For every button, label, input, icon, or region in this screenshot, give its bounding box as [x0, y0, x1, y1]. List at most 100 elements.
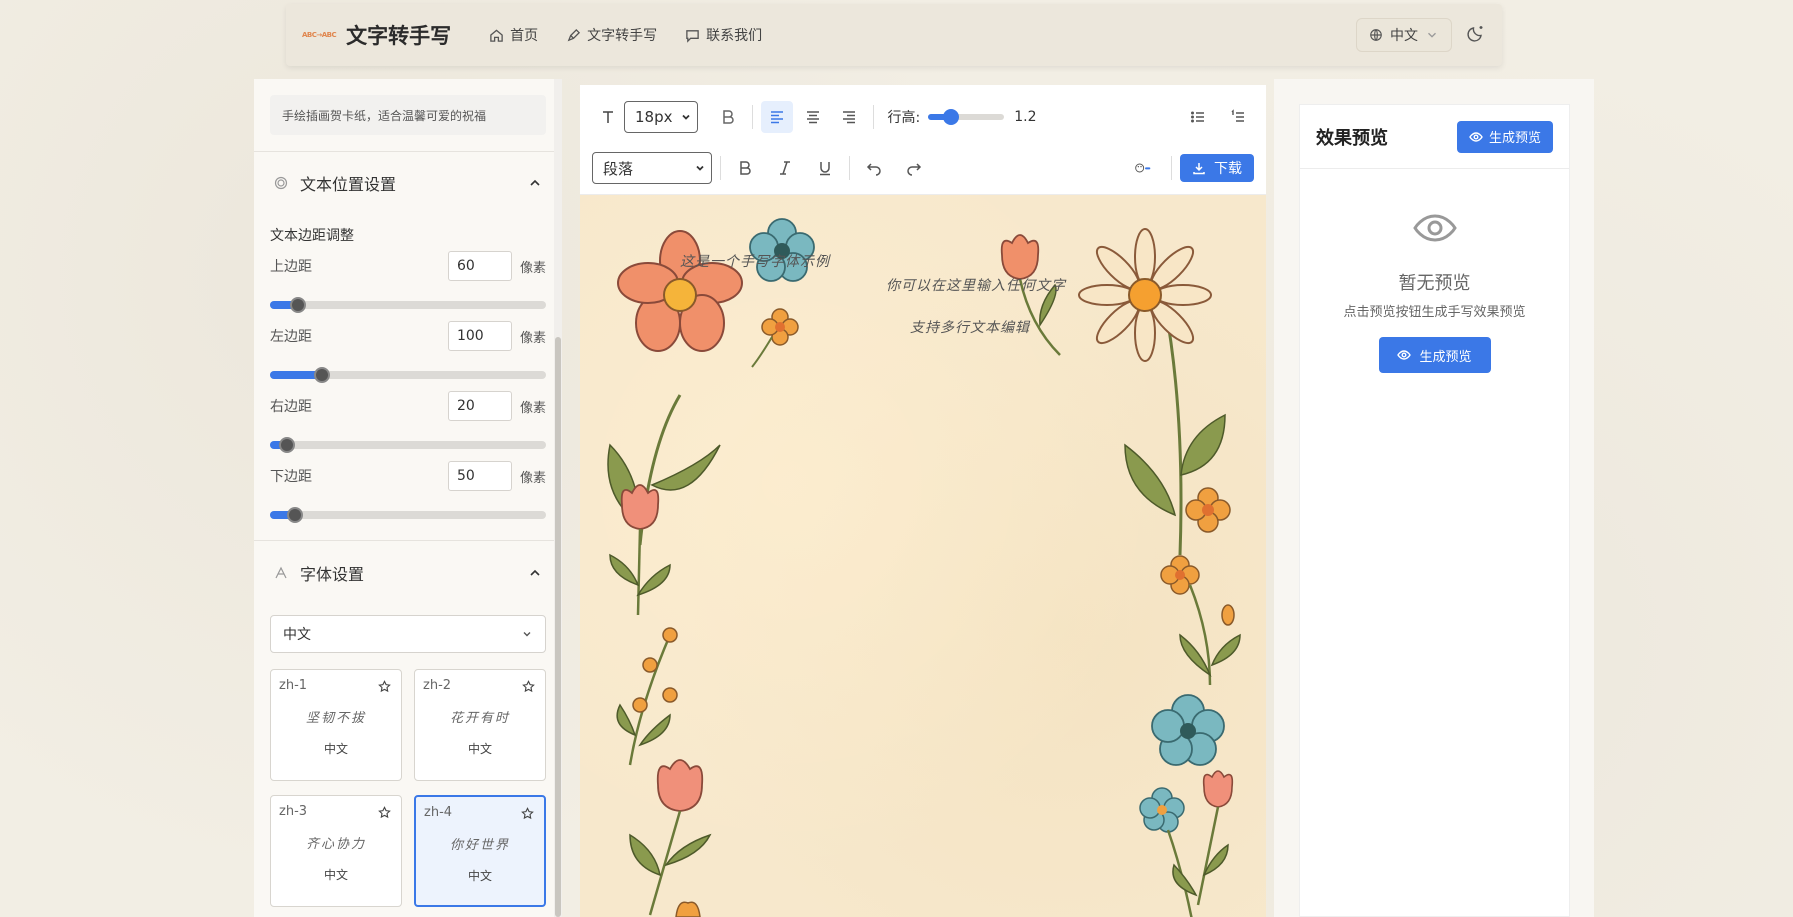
bullet-list-button[interactable]: [1182, 101, 1214, 133]
nav-contact[interactable]: 联系我们: [685, 25, 762, 45]
line-height-slider[interactable]: [928, 109, 1005, 125]
nav-contact-label: 联系我们: [706, 28, 763, 44]
star-icon[interactable]: [378, 806, 391, 819]
flower-illustration: [1172, 770, 1234, 906]
chevron-up-icon[interactable]: [528, 176, 542, 190]
app-title: 文字转手写: [346, 24, 452, 48]
flower-illustration: [609, 484, 671, 616]
chevron-down-icon: [1428, 32, 1436, 38]
handwriting-line-1[interactable]: 这是一个手写字体示例: [680, 251, 830, 271]
top-margin-row: 上边距 60 像素: [270, 251, 546, 281]
generate-preview-button-2[interactable]: 生成预览: [1378, 337, 1491, 373]
logo[interactable]: ABC→ABC 文字转手写: [302, 20, 451, 50]
font-lang: 中文: [323, 868, 348, 882]
font-sample: 齐心协力: [305, 837, 366, 852]
right-margin-label: 右边距: [270, 399, 312, 415]
handwriting-canvas[interactable]: 这是一个手写字体示例 你可以在这里输入任何文字 支持多行文本编辑: [580, 195, 1266, 917]
pen-icon: [567, 28, 581, 41]
flower-illustration: [629, 759, 712, 916]
italic-button[interactable]: [769, 152, 801, 184]
font-id: zh-2: [423, 678, 452, 693]
font-sample: 坚韧不拔: [305, 711, 366, 726]
font-size-value: 18px: [635, 108, 673, 126]
align-center-icon: [806, 111, 819, 124]
message-icon: [686, 29, 699, 43]
right-margin-input[interactable]: 20: [447, 391, 512, 421]
slider-knob[interactable]: [943, 109, 960, 125]
bold-button[interactable]: [712, 101, 744, 133]
top-navbar: ABC→ABC 文字转手写 首页 文字转手写 联系我们 中文: [286, 4, 1502, 66]
star-icon[interactable]: [522, 680, 535, 693]
flower-illustration: [751, 308, 799, 368]
undo-button[interactable]: [858, 152, 890, 184]
bottom-margin-slider[interactable]: [270, 507, 546, 523]
nav-links: 首页 文字转手写 联系我们: [489, 25, 762, 45]
editor-toolbar: 18px 行高: 1.2 段落 下载: [580, 85, 1266, 195]
nav-text-to-handwriting-label: 文字转手写: [587, 28, 658, 44]
slider-knob[interactable]: [289, 297, 306, 313]
block-format-select[interactable]: 段落: [592, 152, 712, 184]
flower-illustration: [1139, 787, 1193, 917]
moon-icon: [1467, 26, 1483, 42]
undo-icon: [866, 163, 881, 176]
left-margin-row: 左边距 100 像素: [270, 321, 546, 351]
scrollbar-thumb[interactable]: [555, 337, 561, 917]
divider: [254, 540, 562, 541]
download-label: 下载: [1214, 161, 1242, 177]
font-section-header[interactable]: 字体设置: [274, 561, 542, 585]
font-card-zh-1[interactable]: zh-1 坚韧不拔 中文: [270, 669, 402, 781]
font-size-select[interactable]: 18px: [624, 101, 698, 133]
font-sample: 花开有时: [449, 711, 510, 726]
align-right-button[interactable]: [833, 101, 865, 133]
underline-button[interactable]: [809, 152, 841, 184]
left-margin-slider[interactable]: [270, 367, 546, 383]
theme-toggle[interactable]: [1466, 23, 1486, 47]
bold-icon: [740, 161, 751, 175]
font-sample: 你好世界: [449, 838, 510, 853]
download-button[interactable]: 下载: [1180, 154, 1254, 182]
preview-panel: 效果预览 生成预览 暂无预览 点击预览按钮生成手写效果预览 生成预览: [1299, 104, 1570, 917]
slider-knob[interactable]: [278, 437, 295, 453]
eye-icon: [1412, 214, 1457, 242]
download-icon: [1193, 163, 1205, 175]
slider-knob[interactable]: [314, 367, 331, 383]
top-margin-slider[interactable]: [270, 297, 546, 313]
font-lang: 中文: [323, 742, 348, 756]
font-icon: [275, 566, 287, 579]
left-margin-label: 左边距: [270, 329, 312, 345]
ordered-list-button[interactable]: [1222, 101, 1254, 133]
position-section-title: 文本位置设置: [300, 175, 397, 194]
top-margin-input[interactable]: 60: [447, 251, 512, 281]
top-margin-label: 上边距: [270, 259, 312, 275]
position-section-header[interactable]: 文本位置设置: [274, 171, 542, 195]
nav-home[interactable]: 首页: [489, 25, 538, 45]
font-id: zh-4: [424, 805, 453, 820]
bottom-margin-row: 下边距 50 像素: [270, 461, 546, 491]
generate-preview-button[interactable]: 生成预览: [1456, 120, 1553, 153]
right-margin-unit: 像素: [519, 400, 546, 416]
align-left-button[interactable]: [760, 101, 793, 133]
redo-button[interactable]: [898, 152, 930, 184]
empty-preview-title: 暂无预览: [1398, 273, 1471, 294]
font-card-zh-3[interactable]: zh-3 齐心协力 中文: [270, 795, 402, 907]
nav-text-to-handwriting[interactable]: 文字转手写: [566, 25, 657, 45]
font-language-select[interactable]: 中文: [270, 615, 546, 653]
flower-illustration: [675, 901, 701, 917]
preview-title: 效果预览: [1316, 127, 1388, 149]
align-center-button[interactable]: [797, 101, 829, 133]
left-margin-input[interactable]: 100: [447, 321, 512, 351]
handwriting-line-3[interactable]: 支持多行文本编辑: [910, 317, 1030, 337]
bold-button-2[interactable]: [729, 152, 761, 184]
star-icon[interactable]: [378, 680, 391, 693]
slider-knob[interactable]: [286, 507, 303, 523]
font-card-zh-4[interactable]: zh-4 你好世界 中文: [414, 795, 546, 907]
flower-illustration: [1185, 487, 1231, 533]
star-icon[interactable]: [521, 807, 534, 820]
bottom-margin-input[interactable]: 50: [447, 461, 512, 491]
right-margin-slider[interactable]: [270, 437, 546, 453]
language-switcher[interactable]: 中文: [1356, 18, 1452, 52]
handwriting-line-2[interactable]: 你可以在这里输入任何文字: [886, 275, 1066, 295]
font-card-zh-2[interactable]: zh-2 花开有时 中文: [414, 669, 546, 781]
text-color-button[interactable]: [1123, 152, 1163, 184]
chevron-up-icon[interactable]: [528, 566, 542, 580]
